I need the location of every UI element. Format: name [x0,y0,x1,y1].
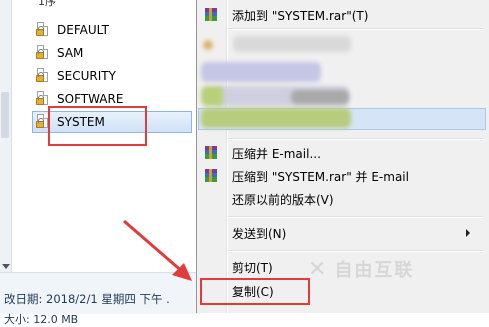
watermark-logo-icon: ✕ [308,257,329,282]
winrar-icon [205,8,217,21]
menu-label: 压缩到 "SYSTEM.rar" 并 E-mail [232,170,409,184]
menu-item-compress-rar-email[interactable]: 压缩到 "SYSTEM.rar" 并 E-mail [198,165,486,187]
menu-item-restore-previous[interactable]: 还原以前的版本(V) [198,188,486,210]
file-size-text: 大小: 12.0 MB [4,313,79,326]
menu-label: 还原以前的版本(V) [232,193,334,207]
locked-file-icon [35,68,51,84]
scroll-down-arrow-icon[interactable] [2,264,10,269]
obscured-menu-item[interactable] [233,36,351,52]
obscured-icon [201,86,223,106]
menu-label: 剪切(T) [232,261,273,275]
obscured-menu-item[interactable] [201,108,351,128]
annotation-arrow-icon [123,219,192,281]
menu-item-add-to-archive[interactable]: 添加到 "SYSTEM.rar"(T) [198,4,486,26]
file-name: SECURITY [57,69,116,83]
file-name: SOFTWARE [57,92,124,106]
menu-label: 压缩并 E-mail... [232,147,321,161]
locked-file-icon [35,22,51,38]
cutoff-text: 1序 [38,0,56,8]
file-item-security[interactable]: SECURITY [35,66,116,86]
scrollbar-thumb[interactable] [1,92,9,138]
locked-file-icon [35,45,51,61]
locked-file-icon [35,91,51,107]
obscured-icon [203,40,213,50]
winrar-icon [205,146,217,159]
vertical-scrollbar[interactable] [0,0,12,272]
annotation-highlight-box [48,106,147,146]
file-item-default[interactable]: DEFAULT [35,20,109,40]
submenu-arrow-icon [466,229,470,237]
modified-date-text: 改日期: 2018/2/1 星期四 下午 . [4,292,170,306]
menu-item-compress-email[interactable]: 压缩并 E-mail... [198,142,486,164]
file-name: DEFAULT [57,23,109,37]
menu-label: 发送到(N) [232,227,287,241]
annotation-highlight-box [200,278,310,305]
watermark: ✕ 自由互联 [308,257,415,282]
file-name: SAM [57,46,84,60]
obscured-text [291,90,349,104]
obscured-menu-item[interactable] [201,62,321,82]
winrar-icon [205,169,217,182]
menu-item-send-to[interactable]: 发送到(N) [198,222,486,244]
file-item-sam[interactable]: SAM [35,43,83,63]
menu-label: 添加到 "SYSTEM.rar"(T) [232,9,369,23]
